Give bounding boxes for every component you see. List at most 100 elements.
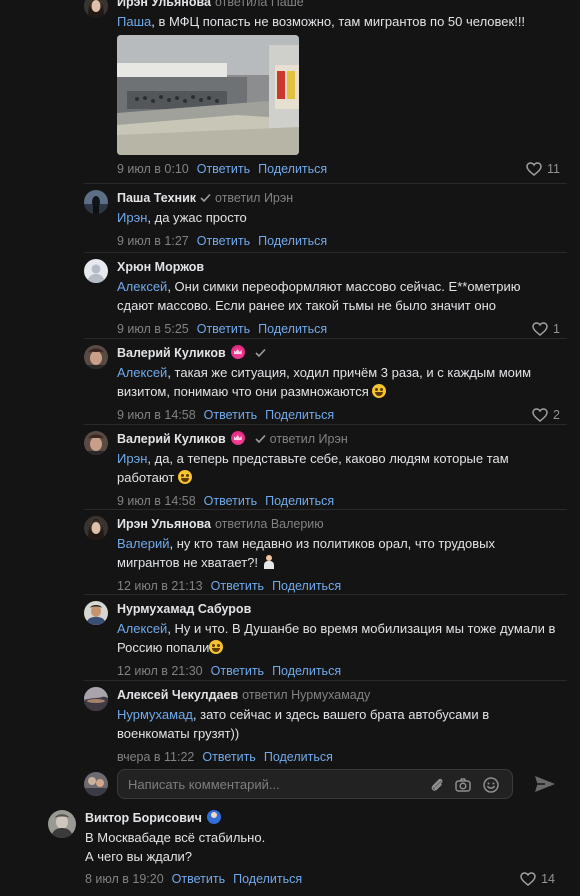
crown-emoji-icon [230,431,245,445]
comment-author[interactable]: Валерий Куликов [117,346,226,360]
mention-link[interactable]: Алексей [117,365,167,380]
comment-date[interactable]: вчера в 11:22 [117,750,194,764]
comment-author[interactable]: Паша Техник [117,191,196,205]
comment-date[interactable]: 9 июл в 5:25 [117,322,189,336]
like-count: 14 [541,872,555,886]
heart-icon [520,872,536,886]
comment-author[interactable]: Ирэн Ульянова [117,0,211,9]
reply-button[interactable]: Ответить [211,664,264,678]
comment-author[interactable]: Валерий Куликов [117,432,226,446]
comment-thread: Ирэн Ульянова ответила Паше Паша, в МФЦ п… [0,0,580,896]
share-button[interactable]: Поделиться [272,579,341,593]
grinning-emoji-icon [177,470,192,484]
camera-icon[interactable] [454,776,472,794]
mention-link[interactable]: Ирэн [117,210,147,225]
reply-button[interactable]: Ответить [204,408,257,422]
like-count: 2 [553,408,560,422]
avatar[interactable] [84,687,108,711]
emoji-smile-icon[interactable] [482,776,500,794]
comment-input[interactable] [128,770,418,798]
comment-date[interactable]: 8 июл в 19:20 [85,872,164,886]
divider [84,183,567,184]
comment-text: Ирэн, да, а теперь представьте себе, как… [117,451,509,485]
comment-text: Алексей, Ну и что. В Душанбе во время мо… [117,621,556,655]
avatar[interactable] [48,810,76,838]
comment-date[interactable]: 12 июл в 21:30 [117,664,203,678]
mention-link[interactable]: Алексей [117,279,167,294]
comment-text: Нурмухамад, зато сейчас и здесь вашего б… [117,707,490,741]
like-count: 1 [553,322,560,336]
share-button[interactable]: Поделиться [265,494,334,508]
laughing-emoji-icon [209,640,224,654]
crown-emoji-icon [230,345,245,359]
avatar[interactable] [84,601,108,625]
comment-author[interactable]: Ирэн Ульянова [117,517,211,531]
avatar[interactable] [84,259,108,283]
reply-button[interactable]: Ответить [172,872,225,886]
comment-text: Алексей, Они симки переоформляют массово… [117,279,521,313]
mention-link[interactable]: Алексей [117,621,167,636]
replied-to[interactable]: ответил Ирэн [215,191,293,205]
share-button[interactable]: Поделиться [233,872,302,886]
mention-link[interactable]: Ирэн [117,451,147,466]
reply-button[interactable]: Ответить [204,494,257,508]
verified-icon [255,348,266,358]
divider [84,424,567,425]
avatar[interactable] [84,0,108,18]
comment-author[interactable]: Алексей Чекулдаев [117,688,238,702]
avatar[interactable] [84,516,108,540]
reply-button[interactable]: Ответить [202,750,255,764]
comment-date[interactable]: 9 июл в 0:10 [117,162,189,176]
attached-photo[interactable] [117,35,299,155]
like-button[interactable]: 11 [526,161,560,177]
mention-link[interactable]: Паша [117,14,151,29]
comment-author[interactable]: Виктор Борисович [85,811,202,825]
share-button[interactable]: Поделиться [264,750,333,764]
replied-to[interactable]: ответил Нурмухамаду [242,688,370,702]
divider [84,338,567,339]
comment-date[interactable]: 12 июл в 21:13 [117,579,203,593]
comment-author[interactable]: Нурмухамад Сабуров [117,602,251,616]
verified-icon [200,193,211,203]
reply-button[interactable]: Ответить [197,162,250,176]
person-facepalm-emoji-icon [263,555,274,569]
divider [84,509,567,510]
reply-button[interactable]: Ответить [197,322,250,336]
comment-date[interactable]: 9 июл в 14:58 [117,408,196,422]
comment-text: Валерий, ну кто там недавно из политиков… [117,536,495,570]
replied-to[interactable]: ответила Валерию [215,517,324,531]
share-button[interactable]: Поделиться [272,664,341,678]
share-button[interactable]: Поделиться [265,408,334,422]
comment-text: В Москвабаде всё стабильно. А чего вы жда… [85,830,266,864]
comment-author[interactable]: Хрюн Моржов [117,260,204,274]
status-emoji-icon [206,810,221,824]
like-button[interactable]: 2 [532,407,560,423]
my-avatar [84,772,108,796]
divider [84,252,567,253]
replied-to[interactable]: ответил Ирэн [270,432,348,446]
mention-link[interactable]: Нурмухамад [117,707,193,722]
laughing-emoji-icon [372,384,387,398]
share-button[interactable]: Поделиться [258,322,327,336]
heart-icon [532,322,548,336]
paperclip-icon[interactable] [428,776,446,794]
avatar[interactable] [84,431,108,455]
like-button[interactable]: 14 [520,871,555,887]
comment-text: Ирэн, да ужас просто [117,210,247,225]
mention-link[interactable]: Валерий [117,536,169,551]
reply-button[interactable]: Ответить [211,579,264,593]
like-button[interactable]: 1 [532,321,560,337]
avatar[interactable] [84,345,108,369]
like-count: 11 [547,162,560,176]
share-button[interactable]: Поделиться [258,234,327,248]
send-icon[interactable] [533,774,557,794]
share-button[interactable]: Поделиться [258,162,327,176]
comment-input-box[interactable] [117,769,513,799]
reply-button[interactable]: Ответить [197,234,250,248]
divider [84,594,567,595]
divider [84,680,567,681]
comment-date[interactable]: 9 июл в 14:58 [117,494,196,508]
replied-to[interactable]: ответила Паше [215,0,304,9]
avatar[interactable] [84,190,108,214]
comment-date[interactable]: 9 июл в 1:27 [117,234,189,248]
